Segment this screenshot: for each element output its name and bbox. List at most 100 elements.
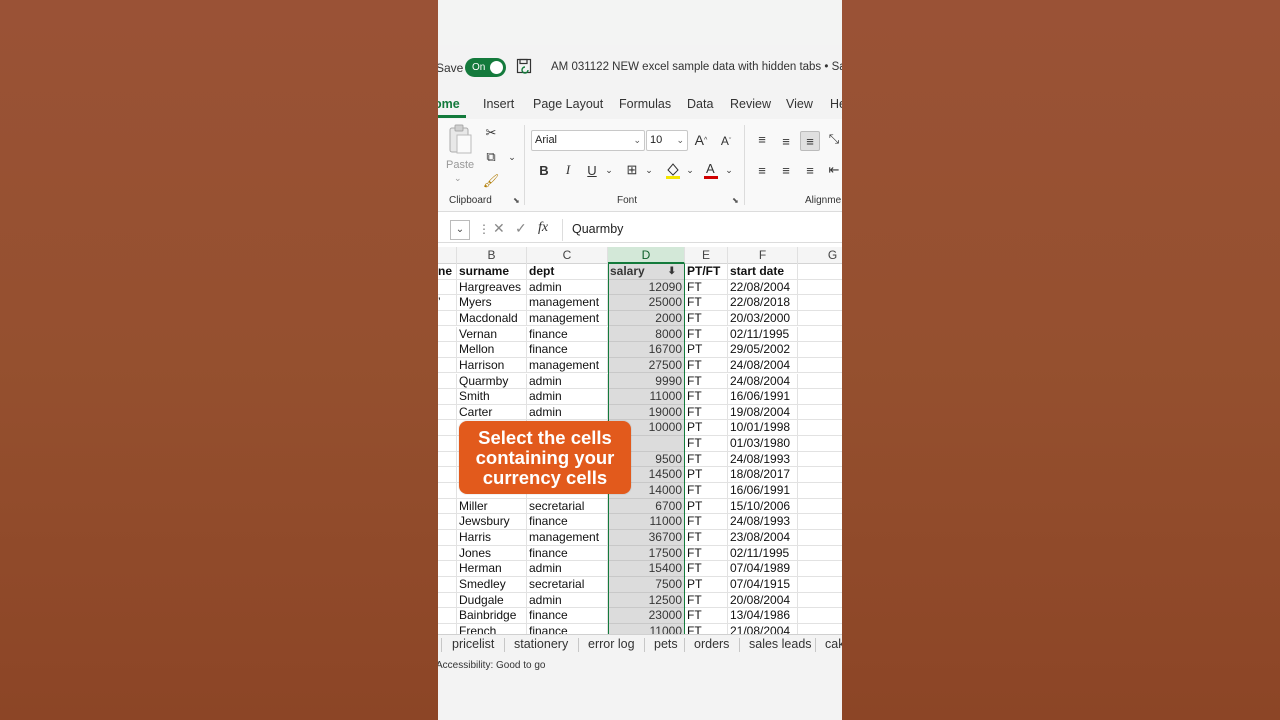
accessibility-status[interactable]: Accessibility: Good to go [438,660,546,671]
format-painter-icon[interactable]: 🖌 [481,171,501,191]
cell-start-date[interactable]: 29/05/2002 [728,342,798,358]
cell-a[interactable] [438,530,457,546]
column-header-f[interactable]: F [728,247,798,264]
cell-start-date[interactable]: 22/08/2018 [728,295,798,311]
cell-dept[interactable]: finance [527,326,608,343]
cell-start-date[interactable]: 20/08/2004 [728,592,798,609]
clipboard-launcher-icon[interactable]: ⬊ [513,196,520,205]
cell-surname[interactable]: Myers [457,295,527,311]
insert-function-icon[interactable]: fx [538,220,548,236]
cell-ptft[interactable]: FT [685,451,728,468]
cell-empty[interactable] [798,546,842,562]
cell-start-date[interactable]: 13/04/1986 [728,608,798,624]
grow-font-icon[interactable]: A ^ [691,130,711,150]
cell-salary[interactable]: 15400 [608,561,685,577]
cell-a[interactable] [438,357,457,374]
italic-button[interactable]: I [558,160,578,180]
column-header-a[interactable] [438,247,457,264]
cell-empty[interactable] [798,280,842,296]
cell-ptft[interactable]: PT [685,342,728,358]
cancel-icon[interactable]: ✕ [493,220,505,237]
cell-dept[interactable]: secretarial [527,576,608,593]
tab-home[interactable]: ome [438,97,460,111]
cell-surname[interactable]: Dudgale [457,592,527,609]
cell-salary[interactable]: 2000 [608,310,685,327]
tab-formulas[interactable]: Formulas [619,97,671,111]
cell-dept[interactable]: admin [527,561,608,577]
cell-salary[interactable]: 11000 [608,514,685,530]
cell-a[interactable] [438,623,457,634]
underline-dropdown-icon[interactable]: ⌄ [599,160,619,180]
sheet-tab-pricelist[interactable]: pricelist [452,637,494,651]
tab-page-layout[interactable]: Page Layout [533,97,603,111]
column-header-b[interactable]: B [457,247,527,264]
cell-empty[interactable] [798,342,842,358]
sheet-tab-orders[interactable]: orders [694,637,729,651]
cell-surname[interactable]: Herman [457,561,527,577]
tab-data[interactable]: Data [687,97,713,111]
cell-salary[interactable]: 19000 [608,404,685,421]
cell-empty[interactable] [798,405,842,421]
cell-salary[interactable]: 9990 [608,373,685,390]
cell-surname[interactable]: Smedley [457,576,527,593]
sheet-tab-error-log[interactable]: error log [588,637,635,651]
paste-icon[interactable] [447,124,473,156]
orientation-icon[interactable]: ⤡ [824,129,842,149]
cell-start-date[interactable]: 19/08/2004 [728,404,798,421]
cell-start-date[interactable]: 23/08/2004 [728,530,798,546]
cell-empty[interactable] [798,389,842,405]
cell-a[interactable] [438,404,457,421]
cell-start-date[interactable]: 24/08/1993 [728,451,798,468]
cell-a[interactable] [438,483,457,499]
cell-start-date[interactable]: 10/01/1998 [728,420,798,437]
cell-a[interactable] [438,451,457,468]
cell-start-date[interactable]: 24/08/2004 [728,373,798,390]
cell-empty[interactable] [798,593,842,609]
cell-ptft[interactable]: FT [685,295,728,311]
sheet-tab-sales-leads[interactable]: sales leads [749,637,812,651]
cell-dept[interactable]: management [527,530,608,546]
cell-a[interactable] [438,342,457,358]
align-top-icon[interactable]: ≡ [752,129,772,149]
cell-dept[interactable]: admin [527,389,608,405]
cell-surname[interactable]: Carter [457,404,527,421]
cell-surname[interactable]: Jones [457,545,527,562]
copy-dropdown-icon[interactable]: ⌄ [502,147,522,167]
font-color-dropdown-icon[interactable]: ⌄ [719,160,739,180]
formula-input[interactable]: Quarmby [572,222,623,236]
cell-a[interactable] [438,420,457,437]
cell-a[interactable] [438,545,457,562]
paste-dropdown-icon[interactable]: ⌄ [454,173,462,184]
borders-dropdown-icon[interactable]: ⌄ [639,160,659,180]
cell-ptft[interactable]: FT [685,436,728,452]
cell-dept[interactable]: management [527,357,608,374]
align-right-icon[interactable]: ≡ [800,160,820,180]
cell-ptft[interactable]: FT [685,310,728,327]
cell-ptft[interactable]: PT [685,420,728,437]
header-cell-ptft[interactable]: PT/FT [685,264,728,280]
cell-a[interactable] [438,310,457,327]
formula-bar-more-icon[interactable]: ⋮ [478,222,490,236]
cell-start-date[interactable]: 24/08/1993 [728,514,798,530]
cell-ptft[interactable]: PT [685,576,728,593]
cell-salary[interactable]: 17500 [608,545,685,562]
cell-start-date[interactable]: 01/03/1980 [728,436,798,452]
sheet-tab-cak[interactable]: cak [825,637,842,651]
font-name-select[interactable]: Arial ⌄ [531,130,645,151]
cell-dept[interactable]: management [527,295,608,311]
cell-start-date[interactable]: 02/11/1995 [728,545,798,562]
align-bottom-icon[interactable]: ≡ [800,131,820,151]
cell-a[interactable] [438,279,457,296]
cell-dept[interactable]: finance [527,545,608,562]
cell-surname[interactable]: Mellon [457,342,527,358]
cell-empty[interactable] [798,420,842,436]
empty-cell[interactable] [798,264,842,280]
cell-a[interactable] [438,561,457,577]
cell-salary[interactable]: 12090 [608,279,685,296]
cell-a[interactable] [438,576,457,593]
cell-ptft[interactable]: FT [685,373,728,390]
cell-dept[interactable]: finance [527,514,608,530]
header-cell-surname[interactable]: surname [457,264,527,280]
cell-ptft[interactable]: FT [685,608,728,624]
cell-start-date[interactable]: 07/04/1915 [728,576,798,593]
